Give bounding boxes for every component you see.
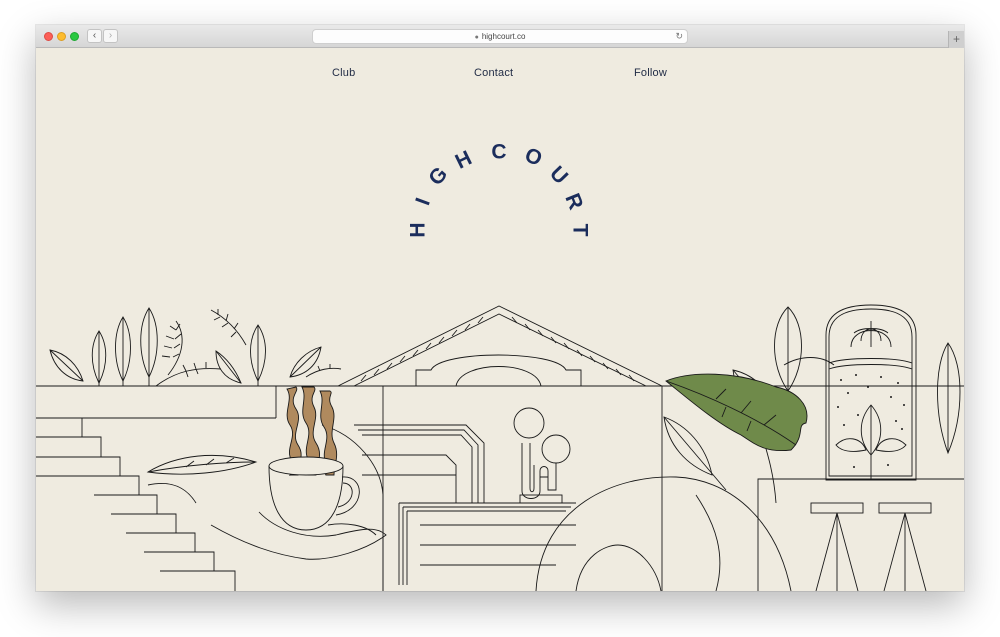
arched-window (825, 304, 917, 481)
bar-counter (757, 478, 964, 591)
plant-icon (49, 307, 342, 387)
courtyard-illustration (36, 304, 964, 591)
building-roof (337, 305, 663, 387)
staircase (36, 386, 277, 591)
lamp-icon (513, 407, 571, 504)
browser-window: ‹ › ● highcourt.co ↻ + Club Contact Follo… (36, 25, 964, 591)
coffee-cup-icon (210, 456, 387, 560)
hand-icon (210, 511, 387, 560)
